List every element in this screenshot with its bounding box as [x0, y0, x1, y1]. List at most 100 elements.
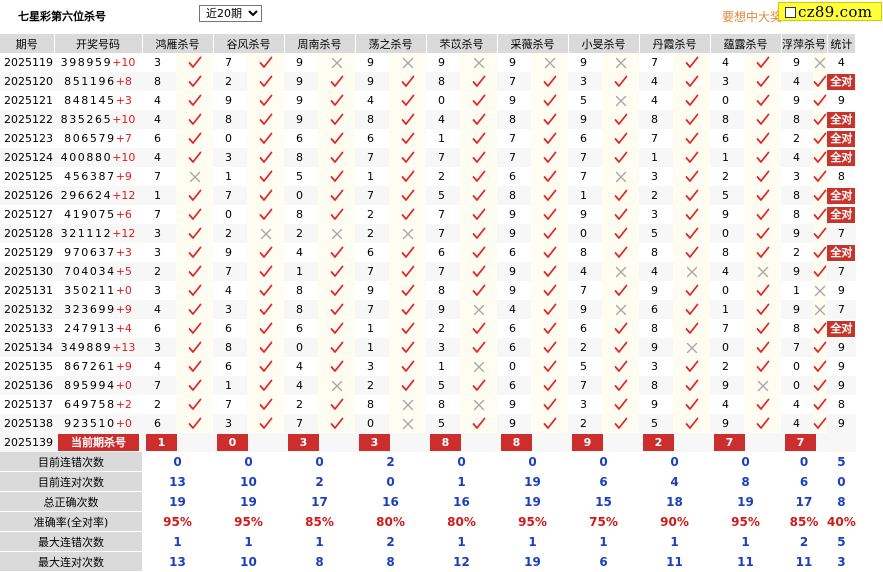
- col-header-expert[interactable]: 芣苡杀号: [426, 34, 498, 53]
- check-icon: [247, 91, 284, 110]
- check-icon: [744, 338, 781, 357]
- summary-value: 0: [386, 474, 395, 489]
- check-icon: [176, 186, 213, 205]
- summary-value: 13: [169, 554, 186, 569]
- kill-number-cell: 8: [225, 113, 232, 126]
- check-icon: [744, 300, 781, 319]
- kill-number-cell: 8: [509, 113, 516, 126]
- draw-digits: 835265: [60, 113, 113, 126]
- check-icon: [389, 319, 426, 338]
- stat-cell: 4: [827, 53, 856, 72]
- kill-number-cell: 6: [651, 303, 658, 316]
- stat-cell: 9: [827, 376, 856, 395]
- period-cell: 2025134: [4, 341, 53, 354]
- kill-number-cell: 9: [438, 303, 445, 316]
- summary-value: 0: [670, 454, 679, 469]
- draw-digits: 923510: [64, 417, 116, 430]
- check-icon: [176, 376, 213, 395]
- check-icon: [744, 167, 781, 186]
- kill-number-cell: 7: [438, 151, 445, 164]
- col-header-expert[interactable]: 丹霞杀号: [639, 34, 711, 53]
- col-header-expert[interactable]: 小旻杀号: [568, 34, 640, 53]
- col-header-expert[interactable]: 周南杀号: [284, 34, 356, 53]
- promo-text[interactable]: 要想中大奖: [722, 8, 782, 25]
- summary-label: 目前连对次数: [0, 471, 142, 492]
- kill-number-cell: 8: [367, 398, 374, 411]
- draw-number-cell: 321112+12: [54, 224, 142, 243]
- kill-number-cell: 3: [154, 341, 161, 354]
- summary-value: 85%: [305, 514, 334, 529]
- col-header-expert[interactable]: 荡之杀号: [355, 34, 427, 53]
- table-row: 2025132 323699+9 4 3 8 7 9 4 9 6 1 9 7: [0, 300, 856, 319]
- check-icon: [602, 319, 639, 338]
- summary-value: 0: [528, 454, 537, 469]
- cross-icon: [673, 262, 710, 281]
- kill-number-cell: 6: [367, 246, 374, 259]
- summary-value: 6: [799, 474, 809, 489]
- check-icon: [247, 148, 284, 167]
- draw-bonus: +2: [115, 398, 132, 411]
- draw-bonus: +7: [115, 132, 132, 145]
- kill-number-cell: 9: [296, 75, 303, 88]
- check-icon: [602, 338, 639, 357]
- col-header-expert[interactable]: 谷风杀号: [213, 34, 285, 53]
- kill-number-cell: 9: [651, 398, 658, 411]
- kill-number-cell: 8: [793, 189, 800, 202]
- col-header-expert[interactable]: 蕴露杀号: [710, 34, 782, 53]
- stat-cell: 全对: [827, 110, 856, 129]
- check-icon: [176, 357, 213, 376]
- col-header-expert[interactable]: 采薇杀号: [497, 34, 569, 53]
- col-header-expert[interactable]: 鸿雁杀号: [142, 34, 214, 53]
- check-icon: [531, 148, 568, 167]
- summary-stat: 40%: [827, 514, 856, 529]
- table-row: 2025136 895994+0 7 1 4 2 5 6 7 8 9 0 9: [0, 376, 856, 395]
- draw-digits: 806579: [64, 132, 116, 145]
- period-cell: 2025129: [4, 246, 53, 259]
- kill-number-cell: 7: [225, 56, 232, 69]
- check-icon: [813, 110, 827, 129]
- check-icon: [673, 300, 710, 319]
- kill-number-cell: 9: [509, 208, 516, 221]
- current-kill-cell: 3: [284, 433, 355, 452]
- draw-digits: 321112: [60, 227, 113, 240]
- draw-bonus: +6: [115, 208, 132, 221]
- check-icon: [389, 129, 426, 148]
- check-icon: [602, 72, 639, 91]
- draw-bonus: +0: [115, 417, 132, 430]
- current-kill-number: 1: [146, 434, 177, 451]
- draw-number-cell: 895994+0: [54, 376, 142, 395]
- summary-label: 最大连对次数: [0, 551, 142, 572]
- check-icon: [247, 338, 284, 357]
- col-header-expert[interactable]: 浮萍杀号: [781, 34, 828, 53]
- kill-number-cell: 3: [722, 75, 729, 88]
- current-kill-cell: 3: [355, 433, 426, 452]
- kill-number-cell: 4: [438, 113, 445, 126]
- stat-count: 8: [837, 170, 845, 183]
- summary-value: 19: [240, 494, 257, 509]
- check-icon: [602, 186, 639, 205]
- check-icon: [389, 110, 426, 129]
- kill-number-cell: 4: [225, 284, 232, 297]
- draw-bonus: +12: [112, 227, 136, 240]
- draw-number-cell: 851196+8: [54, 72, 142, 91]
- check-icon: [460, 243, 497, 262]
- kill-number-cell: 0: [580, 227, 587, 240]
- table-row: 2025129 970637+3 3 9 4 6 6 6 8 8 8 2 全对: [0, 243, 856, 262]
- table-row: 2025133 247913+4 6 6 6 1 2 6 6 8 7 8 全对: [0, 319, 856, 338]
- cross-icon: [247, 224, 284, 243]
- period-range-select[interactable]: 近20期: [199, 5, 262, 22]
- draw-digits: 456387: [64, 170, 116, 183]
- col-header-period: 期号: [0, 34, 55, 53]
- kill-number-cell: 2: [225, 75, 232, 88]
- kill-number-cell: 0: [509, 360, 516, 373]
- site-logo[interactable]: cz89.com: [778, 2, 882, 21]
- check-icon: [673, 281, 710, 300]
- kill-number-cell: 6: [225, 322, 232, 335]
- check-icon: [318, 110, 355, 129]
- summary-value: 19: [524, 554, 541, 569]
- check-icon: [460, 148, 497, 167]
- kill-number-cell: 9: [225, 246, 232, 259]
- check-icon: [176, 395, 213, 414]
- summary-value: 19: [524, 474, 541, 489]
- draw-number-cell: 419075+6: [54, 205, 142, 224]
